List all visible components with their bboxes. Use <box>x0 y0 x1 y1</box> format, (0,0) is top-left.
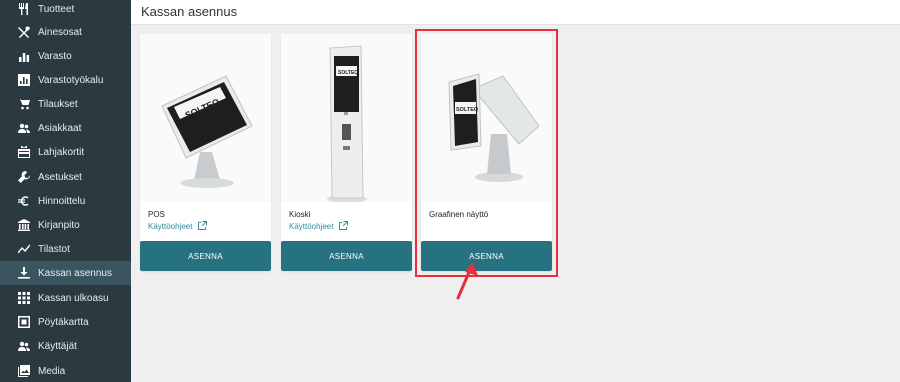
highlight-box <box>415 29 558 277</box>
sidebar-item-kayttajat[interactable]: Käyttäjät <box>0 334 131 358</box>
device-card-kioski: SOLTEQ Kioski Käyttöohjeet ASENNA <box>281 34 412 271</box>
sidebar-item-label: Varastotyökalu <box>38 74 104 86</box>
trend-line-icon <box>16 241 32 257</box>
sidebar-item-label: Kassan asennus <box>38 267 112 279</box>
external-link-icon <box>198 220 208 232</box>
sidebar-item-poytakartta[interactable]: Pöytäkartta <box>0 310 131 334</box>
sidebar-item-label: Kassan ulkoasu <box>38 292 109 304</box>
sidebar-item-label: Varasto <box>38 50 72 62</box>
device-card-pos: SOLTEQ POS Käyttöohjeet ASENNA <box>140 34 271 271</box>
users-icon <box>16 120 32 136</box>
cart-icon <box>16 96 32 112</box>
sidebar-item-label: Lahjakortit <box>38 146 85 158</box>
euro-icon <box>16 193 32 209</box>
image-icon <box>16 363 32 379</box>
sidebar-item-kassan-asennus[interactable]: Kassan asennus <box>0 261 131 285</box>
install-button-pos[interactable]: ASENNA <box>140 241 271 271</box>
sidebar: Tuotteet Ainesosat Varasto Varastotyökal… <box>0 0 131 382</box>
cutlery-icon <box>16 1 32 17</box>
card-title: POS <box>148 210 165 219</box>
bank-icon <box>16 217 32 233</box>
sidebar-item-varasto[interactable]: Varasto <box>0 44 131 68</box>
sidebar-item-tuotteet[interactable]: Tuotteet <box>0 0 131 21</box>
user-guide-link[interactable]: Käyttöohjeet <box>148 220 208 232</box>
sidebar-item-label: Tuotteet <box>38 3 75 15</box>
pointer-arrow-icon <box>456 262 478 300</box>
users-icon <box>16 338 32 354</box>
sidebar-item-tilastot[interactable]: Tilastot <box>0 237 131 261</box>
grid-icon <box>16 290 32 306</box>
user-guide-link-label: Käyttöohjeet <box>148 222 193 231</box>
sidebar-item-label: Tilastot <box>38 243 70 255</box>
bar-chart-icon <box>16 48 32 64</box>
kiosk-device-image: SOLTEQ <box>281 34 412 202</box>
sidebar-item-varastotyokalu[interactable]: Varastotyökalu <box>0 68 131 92</box>
page-header: Kassan asennus <box>131 0 900 25</box>
user-guide-link-label: Käyttöohjeet <box>289 222 334 231</box>
install-button-kioski[interactable]: ASENNA <box>281 241 412 271</box>
user-guide-link[interactable]: Käyttöohjeet <box>289 220 349 232</box>
sidebar-item-asiakkaat[interactable]: Asiakkaat <box>0 116 131 140</box>
utensils-cross-icon <box>16 24 32 40</box>
sidebar-item-media[interactable]: Media <box>0 359 131 382</box>
card-title: Kioski <box>289 210 311 219</box>
sidebar-item-kirjanpito[interactable]: Kirjanpito <box>0 213 131 237</box>
page-title: Kassan asennus <box>141 4 238 19</box>
sidebar-item-hinnoittelu[interactable]: Hinnoittelu <box>0 189 131 213</box>
sidebar-item-tilaukset[interactable]: Tilaukset <box>0 92 131 116</box>
sidebar-item-asetukset[interactable]: Asetukset <box>0 165 131 189</box>
wrench-icon <box>16 169 32 185</box>
external-link-icon <box>339 220 349 232</box>
pos-device-image: SOLTEQ <box>140 34 271 202</box>
sidebar-item-kassan-ulkoasu[interactable]: Kassan ulkoasu <box>0 286 131 310</box>
sidebar-item-label: Asetukset <box>38 171 82 183</box>
download-icon <box>16 265 32 281</box>
sidebar-item-label: Tilaukset <box>38 98 78 110</box>
gift-card-icon <box>16 144 32 160</box>
sidebar-item-lahjakortit[interactable]: Lahjakortit <box>0 140 131 164</box>
sidebar-item-label: Kirjanpito <box>38 219 80 231</box>
table-map-icon <box>16 314 32 330</box>
sidebar-item-label: Pöytäkartta <box>38 316 89 328</box>
sidebar-item-ainesosat[interactable]: Ainesosat <box>0 20 131 44</box>
chart-box-icon <box>16 72 32 88</box>
sidebar-item-label: Asiakkaat <box>38 122 82 134</box>
sidebar-item-label: Ainesosat <box>38 26 82 38</box>
sidebar-item-label: Hinnoittelu <box>38 195 86 207</box>
brand-logo: SOLTEQ <box>338 70 358 76</box>
sidebar-item-label: Käyttäjät <box>38 340 77 352</box>
sidebar-item-label: Media <box>38 365 66 377</box>
